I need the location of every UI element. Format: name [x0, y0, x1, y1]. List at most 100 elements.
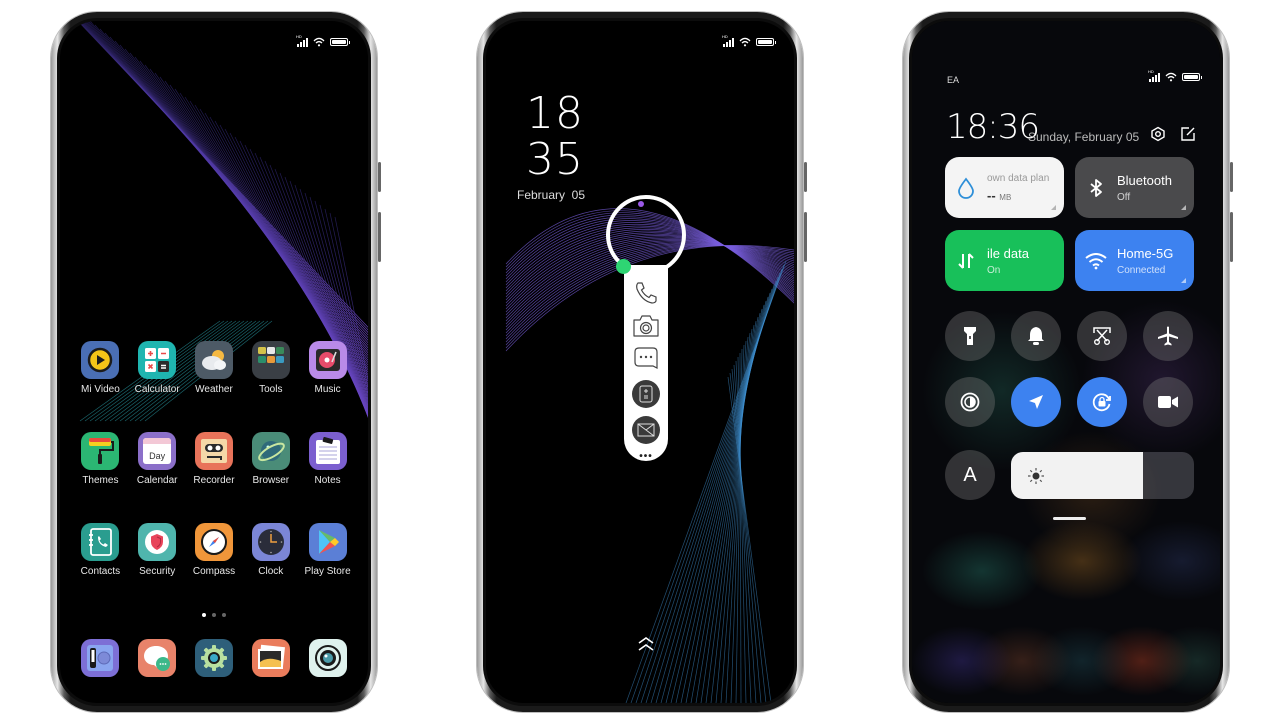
- drag-handle[interactable]: [1053, 517, 1086, 520]
- wallpaper-line: [727, 376, 772, 703]
- shortcut-camera[interactable]: [631, 312, 661, 339]
- calculator-icon: [632, 379, 660, 408]
- status-bar: HD: [722, 34, 776, 47]
- shortcut-mail[interactable]: [631, 415, 661, 445]
- tile-wifi[interactable]: Home-5G Connected: [1075, 230, 1194, 291]
- tile-mobile-data[interactable]: ile data On: [945, 230, 1064, 291]
- phone-home-screen: HD Mi Video Calculator Weather Tools Mus…: [51, 12, 381, 712]
- mail-icon: [632, 415, 660, 444]
- app-tools-folder[interactable]: Tools: [242, 341, 299, 395]
- status-bar: HD: [1148, 69, 1202, 82]
- expand-corner-icon: [1051, 205, 1056, 210]
- lock-date: February 05: [517, 188, 586, 202]
- phone-control-center: EA HD 18:36 Sunday, February 05 own data…: [903, 12, 1233, 712]
- wallpaper-line: [705, 324, 755, 703]
- page-dot[interactable]: [212, 613, 216, 617]
- wallpaper-line: [204, 112, 368, 404]
- app-notes[interactable]: Notes: [299, 432, 356, 486]
- auto-brightness-toggle[interactable]: A: [945, 450, 995, 500]
- vinyl-icon: [308, 341, 347, 379]
- brightness-slider[interactable]: [1011, 452, 1194, 499]
- app-calculator[interactable]: Calculator: [129, 341, 186, 395]
- app-calendar[interactable]: Day Calendar: [129, 432, 186, 486]
- power-button: [1230, 212, 1233, 262]
- app-weather[interactable]: Weather: [186, 341, 243, 395]
- dock-app-camera[interactable]: [299, 639, 356, 677]
- settings-hex-icon[interactable]: [1150, 126, 1166, 142]
- dialer-icon: [81, 639, 120, 677]
- compass-icon: [194, 523, 233, 561]
- camera-lens-icon: [308, 639, 347, 677]
- shortcut-calculator[interactable]: [631, 379, 661, 409]
- toggle-screenshot[interactable]: [1077, 311, 1127, 361]
- toggle-location[interactable]: [1011, 377, 1061, 427]
- wallpaper-line: [86, 21, 368, 349]
- cc-date: Sunday, February 05: [1028, 130, 1140, 144]
- shortcut-messages[interactable]: [631, 346, 661, 373]
- page-dot-active[interactable]: [202, 613, 206, 617]
- lock-clock-minute: 35: [526, 134, 584, 185]
- wallpaper-line: [84, 21, 368, 346]
- wallpaper-line: [209, 116, 368, 406]
- ring-indicator-dot: [638, 201, 644, 207]
- app-row-1: Mi Video Calculator Weather Tools Music: [60, 341, 368, 395]
- dock-app-dialer[interactable]: [72, 639, 129, 677]
- lock-clock-hour: 18: [526, 88, 584, 139]
- toggle-dark-mode[interactable]: [945, 377, 995, 427]
- app-themes[interactable]: Themes: [72, 432, 129, 486]
- toggle-airplane-mode[interactable]: [1143, 311, 1193, 361]
- tile-bluetooth[interactable]: Bluetooth Off: [1075, 157, 1194, 218]
- page-dot[interactable]: [222, 613, 226, 617]
- shortcut-handle-dot[interactable]: [616, 259, 631, 274]
- sun-icon: [1028, 468, 1044, 484]
- dock-app-gallery[interactable]: [242, 639, 299, 677]
- dock-app-settings[interactable]: [186, 639, 243, 677]
- bell-icon: [1028, 327, 1044, 345]
- camera-icon: [633, 315, 659, 337]
- video-camera-icon: [1158, 396, 1178, 408]
- app-recorder[interactable]: Recorder: [186, 432, 243, 486]
- app-music[interactable]: Music: [299, 341, 356, 395]
- dock: [60, 639, 368, 677]
- wifi-icon: [1085, 252, 1107, 270]
- carrier-label: EA: [947, 75, 960, 85]
- toggle-flashlight[interactable]: [945, 311, 995, 361]
- shield-icon: [138, 523, 177, 561]
- app-contacts[interactable]: Contacts: [72, 523, 129, 577]
- bluetooth-icon: [1085, 178, 1107, 198]
- power-button: [804, 212, 807, 262]
- toggle-rotation-lock[interactable]: [1077, 377, 1127, 427]
- wallpaper-line: [219, 124, 368, 409]
- wallpaper-line: [214, 120, 368, 408]
- app-row-2: Themes Day Calendar Recorder Browser Not…: [60, 432, 368, 486]
- app-mi-video[interactable]: Mi Video: [72, 341, 129, 395]
- dock-app-messages[interactable]: [129, 639, 186, 677]
- contacts-book-icon: [81, 523, 120, 561]
- app-clock[interactable]: Clock: [242, 523, 299, 577]
- tile-data-plan[interactable]: own data plan -- MB: [945, 157, 1064, 218]
- app-play-store[interactable]: Play Store: [299, 523, 356, 577]
- volume-button: [378, 162, 381, 192]
- shortcut-phone[interactable]: [631, 279, 661, 306]
- chat-bubble-icon: [138, 639, 177, 677]
- location-arrow-icon: [1029, 395, 1043, 409]
- cassette-icon: [194, 432, 233, 470]
- wallpaper-line: [184, 96, 368, 397]
- home-screen: HD Mi Video Calculator Weather Tools Mus…: [60, 21, 368, 703]
- notepad-icon: [308, 432, 347, 470]
- toggle-screen-recorder[interactable]: [1143, 377, 1193, 427]
- app-browser[interactable]: Browser: [242, 432, 299, 486]
- signal-icon: HD: [722, 34, 734, 47]
- calendar-icon: Day: [138, 432, 177, 470]
- toggle-ringer[interactable]: [1011, 311, 1061, 361]
- power-button: [378, 212, 381, 262]
- status-bar: HD: [296, 34, 350, 47]
- quick-launch-pill: •••: [624, 265, 668, 461]
- wallpaper-line: [87, 21, 368, 351]
- app-security[interactable]: Security: [129, 523, 186, 577]
- edit-icon[interactable]: [1180, 126, 1196, 142]
- more-shortcuts-button[interactable]: •••: [639, 451, 653, 461]
- app-compass[interactable]: Compass: [186, 523, 243, 577]
- control-center-screen: EA HD 18:36 Sunday, February 05 own data…: [912, 21, 1220, 703]
- swipe-up-icon[interactable]: [636, 636, 656, 652]
